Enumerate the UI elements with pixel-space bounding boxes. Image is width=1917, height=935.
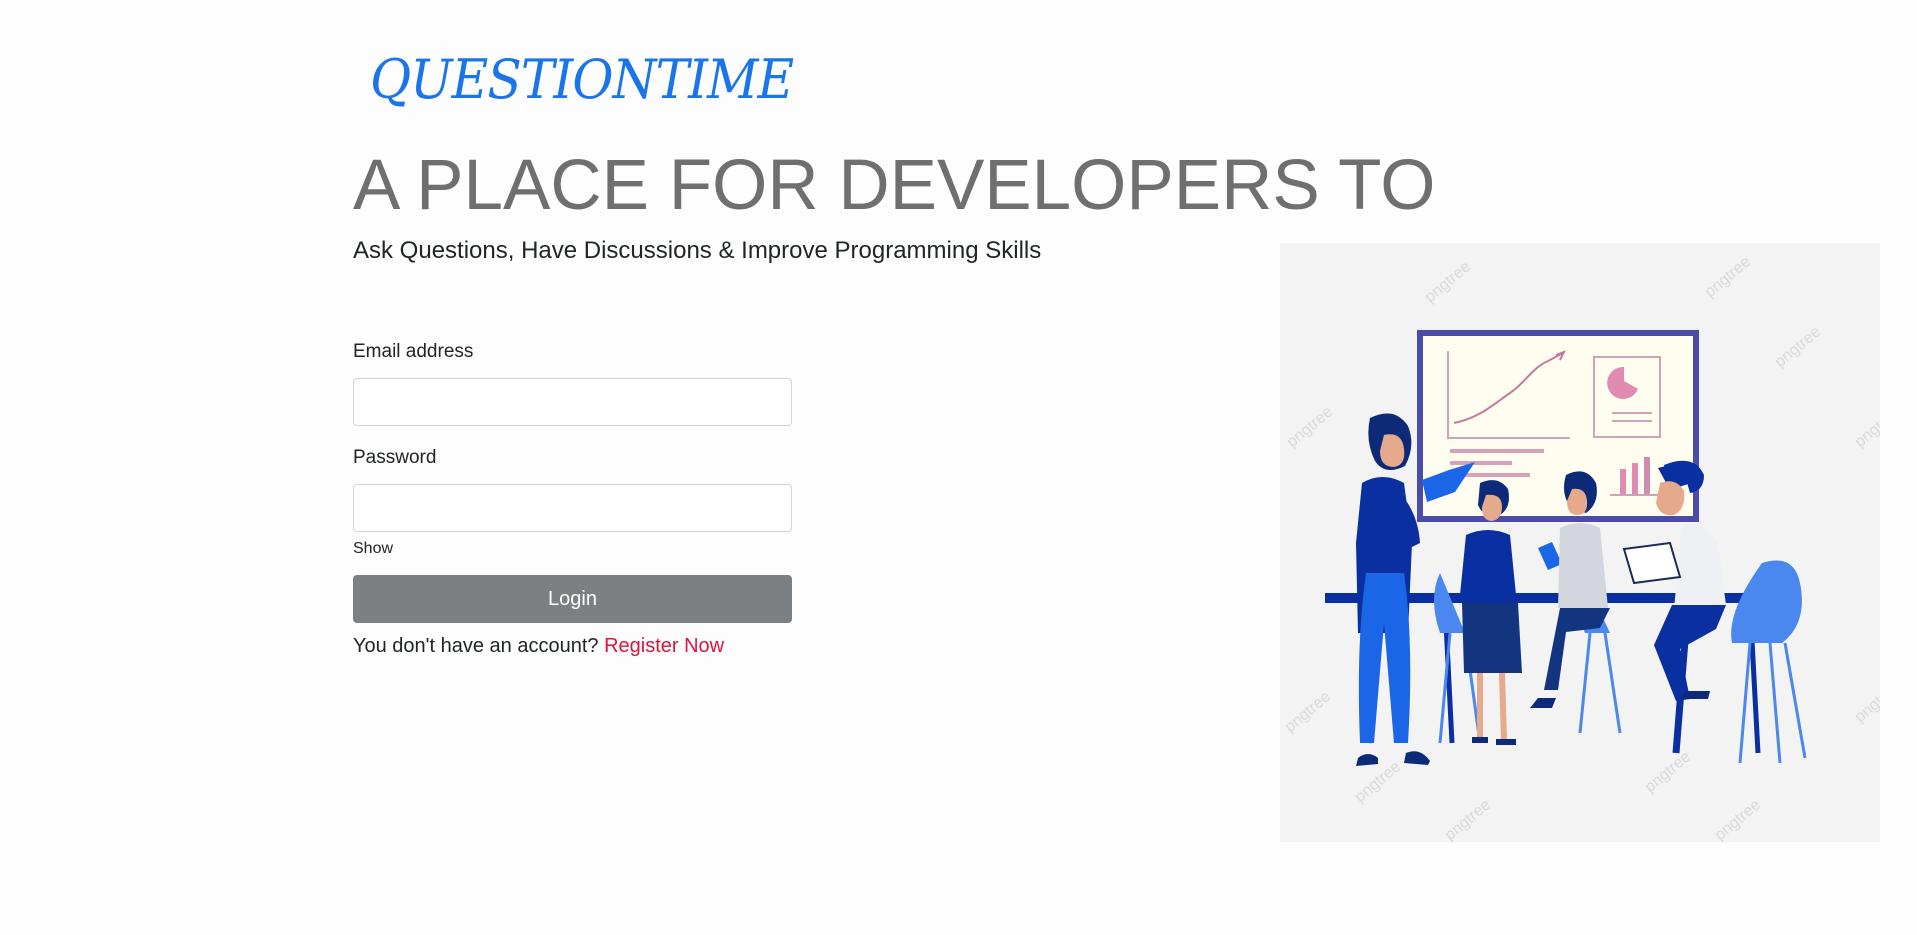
watermark-text: pngtree	[1284, 403, 1337, 451]
watermark-text: pngtree	[1712, 796, 1765, 842]
watermark-text: pngtree	[1642, 748, 1695, 796]
watermark-text: pngtree	[1702, 253, 1755, 301]
watermark-text: pngtree	[1282, 688, 1335, 736]
logo: QUESTIONTIME	[370, 48, 794, 111]
password-input[interactable]	[353, 484, 792, 532]
team-meeting-illustration: pngtree pngtree pngtree pngtree pngtree …	[1280, 243, 1880, 842]
email-label: Email address	[353, 341, 474, 362]
email-group: Email address	[353, 340, 792, 426]
whiteboard-icon	[1417, 330, 1699, 522]
email-input[interactable]	[353, 378, 792, 426]
password-label: Password	[353, 447, 437, 468]
password-group: Password Show	[353, 446, 792, 558]
show-password-toggle[interactable]: Show	[353, 540, 393, 558]
watermark-text: pngtree	[1852, 678, 1880, 726]
watermark-text: pngtree	[1772, 323, 1825, 371]
login-form: Email address Password Show Login You do…	[353, 340, 792, 658]
watermark-text: pngtree	[1442, 796, 1495, 842]
login-button[interactable]: Login	[353, 575, 792, 623]
page-subheadline: Ask Questions, Have Discussions & Improv…	[353, 237, 1042, 264]
watermark-text: pngtree	[1422, 258, 1475, 306]
register-prompt-text: You don't have an account?	[353, 635, 599, 657]
watermark-text: pngtree	[1852, 403, 1880, 451]
register-now-link[interactable]: Register Now	[604, 635, 724, 657]
page-headline: A PLACE FOR DEVELOPERS TO	[353, 146, 1436, 225]
register-prompt: You don't have an account? Register Now	[353, 635, 792, 658]
